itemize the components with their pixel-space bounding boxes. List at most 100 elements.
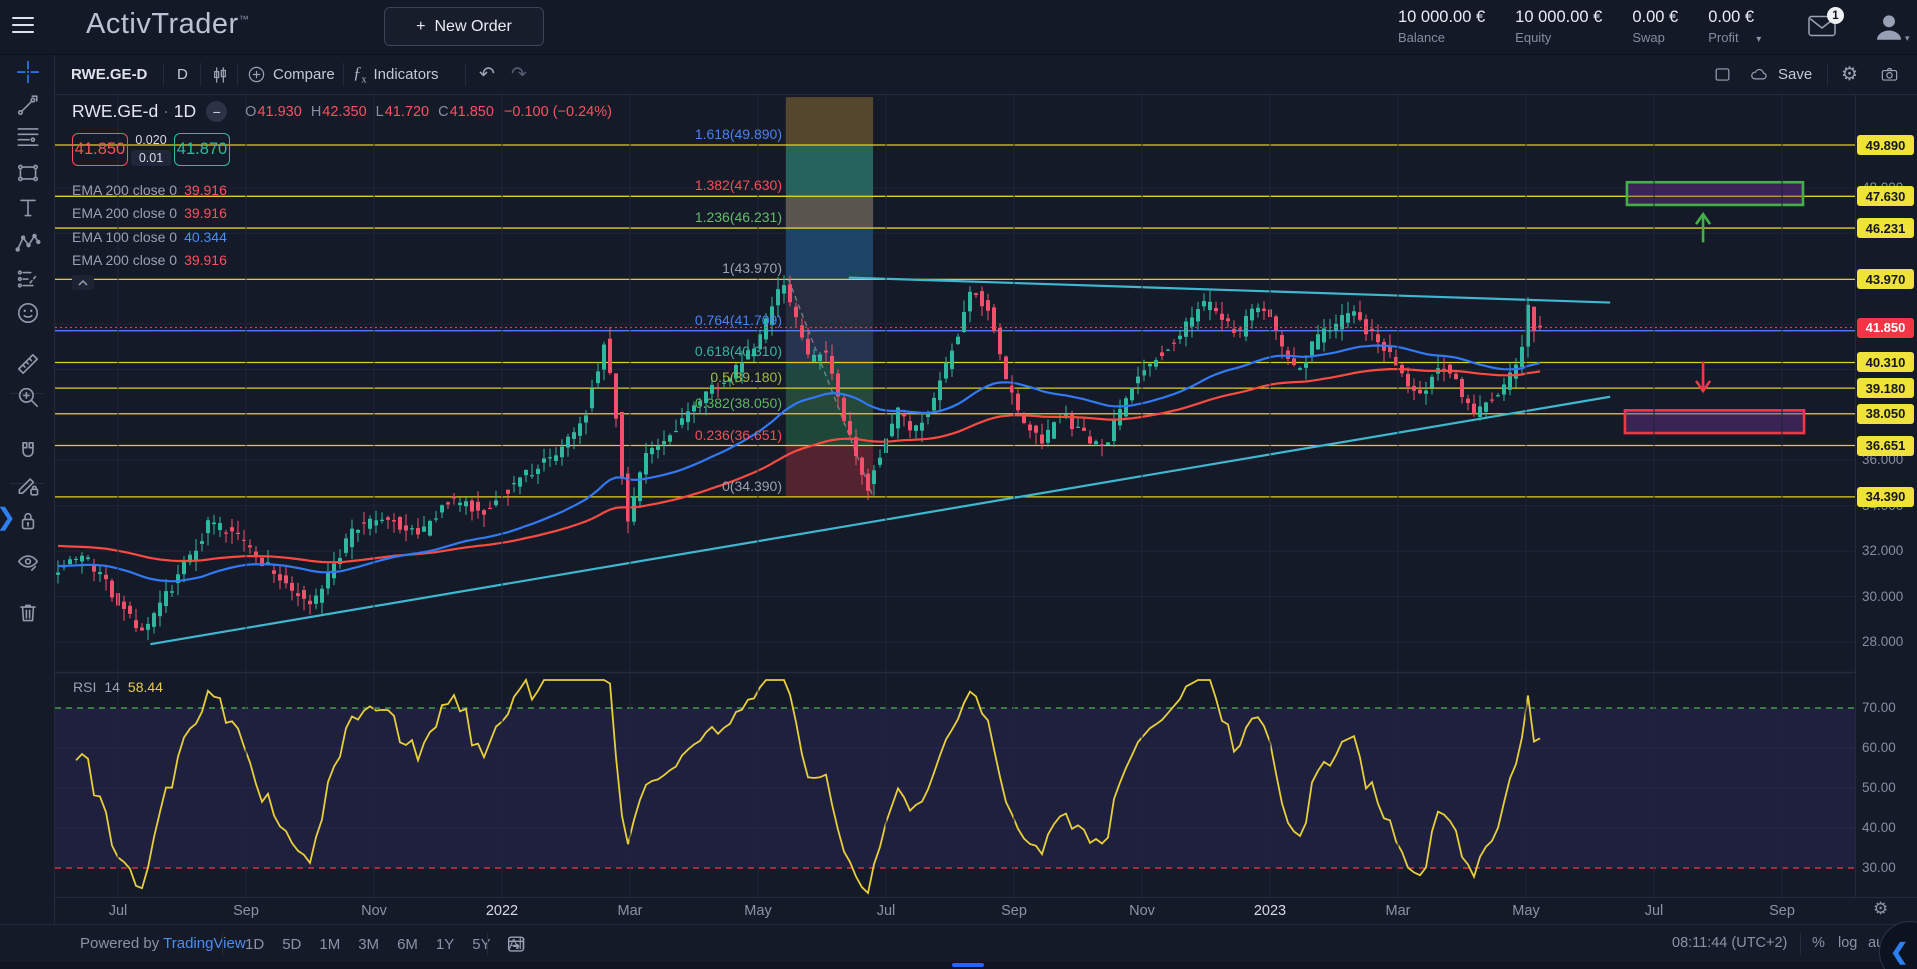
stat-label: Profit ▾	[1708, 30, 1761, 45]
shapes-tool-icon[interactable]	[14, 159, 42, 187]
crosshair-tool-icon[interactable]	[14, 58, 42, 86]
lock-tool-icon[interactable]	[14, 507, 42, 535]
compare-plus-icon	[247, 65, 266, 84]
price-grid-label: 32.000	[1862, 543, 1903, 558]
xabcd-pattern-tool-icon[interactable]	[14, 229, 42, 257]
ohlc-O: O41.930	[245, 104, 302, 120]
study-row[interactable]: EMA 200 close 039.916	[72, 202, 612, 226]
time-label-Nov: Nov	[344, 903, 404, 919]
range-5y[interactable]: 5Y	[463, 936, 499, 953]
layout-button[interactable]	[1713, 55, 1732, 94]
chevron-down-icon[interactable]: ▾	[1756, 34, 1761, 45]
range-3m[interactable]: 3M	[349, 936, 388, 953]
plus-icon: +	[416, 18, 425, 36]
zoom-in-tool-icon[interactable]	[14, 383, 42, 411]
time-label-May: May	[1496, 903, 1556, 919]
rsi-name[interactable]: RSI	[73, 679, 96, 695]
study-row[interactable]: EMA 100 close 040.344	[72, 225, 612, 249]
level-price-tag: 40.310	[1857, 352, 1914, 372]
study-value: 39.916	[184, 252, 227, 268]
time-label-Sep: Sep	[984, 903, 1044, 919]
fib-label-0.236: 0.236(36.651)	[562, 427, 782, 443]
percent-scale-button[interactable]: %	[1812, 935, 1825, 951]
fib-label-0.764: 0.764(41.709)	[562, 312, 782, 328]
screenshot-camera-icon[interactable]	[1879, 55, 1900, 94]
range-1y[interactable]: 1Y	[427, 936, 463, 953]
stat-label: Equity	[1515, 30, 1602, 45]
symbol-button[interactable]: RWE.GE-D	[71, 55, 147, 94]
price-grid-label: 28.000	[1862, 634, 1903, 649]
legend-collapse-button[interactable]: −	[206, 101, 227, 122]
price-grid-label: 30.000	[1862, 589, 1903, 604]
user-avatar[interactable]	[1872, 10, 1906, 44]
fib-retracement-tool-icon[interactable]	[14, 123, 42, 151]
save-button[interactable]: Save	[1747, 55, 1812, 94]
settings-gear-icon[interactable]: ⚙	[1841, 55, 1858, 94]
powered-by: Powered by TradingView	[80, 935, 246, 952]
tradingview-link[interactable]: TradingView	[163, 935, 246, 952]
fib-label-0: 0(34.390)	[562, 478, 782, 494]
studies-legend: EMA 200 close 039.916EMA 200 close 039.9…	[72, 178, 612, 272]
level-price-tag: 46.231	[1857, 218, 1914, 238]
forecast-tool-icon[interactable]	[14, 265, 42, 293]
sidebar-expand-chevron-icon[interactable]: ❯	[0, 503, 16, 532]
study-row[interactable]: EMA 200 close 039.916	[72, 178, 612, 202]
text-tool-icon[interactable]	[14, 194, 42, 222]
menu-icon[interactable]	[12, 17, 34, 35]
study-row[interactable]: EMA 200 close 0 39.916	[72, 249, 612, 273]
lot-size-field[interactable]: 0.01	[131, 150, 171, 166]
trash-tool-icon[interactable]	[14, 599, 42, 627]
account-stat-profit[interactable]: 0.00 € Profit ▾	[1708, 8, 1761, 45]
rsi-axis-label: 40.00	[1862, 820, 1896, 835]
trademark: ™	[239, 14, 250, 25]
draw-lock-tool-icon[interactable]	[14, 471, 42, 499]
study-name: EMA 200 close 0	[72, 205, 177, 221]
sell-button[interactable]: 41.850	[72, 133, 128, 166]
go-to-date-icon[interactable]	[505, 933, 527, 960]
log-scale-button[interactable]: log	[1838, 935, 1857, 951]
ruler-tool-icon[interactable]	[14, 350, 42, 378]
legend-symbol-title[interactable]: RWE.GE-d · 1D	[72, 101, 196, 122]
indicators-button[interactable]: ƒx Indicators	[353, 55, 439, 94]
account-stat-swap: 0.00 €Swap	[1632, 8, 1678, 45]
emoji-tool-icon[interactable]	[14, 299, 42, 327]
eye-tool-icon[interactable]	[14, 548, 42, 576]
new-order-button[interactable]: + New Order	[384, 7, 544, 46]
avatar-caret-icon[interactable]: ▾	[1905, 33, 1910, 44]
level-price-tag: 36.651	[1857, 436, 1914, 456]
redo-button[interactable]: ↷	[511, 55, 527, 94]
drawing-tools-sidebar	[0, 55, 55, 924]
axis-settings-gear-icon[interactable]: ⚙	[1873, 899, 1888, 919]
level-price-tag: 34.390	[1857, 487, 1914, 507]
range-6m[interactable]: 6M	[388, 936, 427, 953]
rsi-axis-label: 30.00	[1862, 860, 1896, 875]
session-clock[interactable]: 08:11:44 (UTC+2)	[1672, 935, 1787, 951]
interval-button[interactable]: D	[177, 55, 188, 94]
stat-value: 10 000.00 €	[1398, 8, 1485, 27]
rsi-period: 14	[104, 679, 120, 695]
study-name: EMA 200 close 0	[72, 252, 177, 268]
range-1d[interactable]: 1D	[236, 936, 273, 953]
undo-button[interactable]: ↶	[479, 55, 495, 94]
stat-value: 0.00 €	[1708, 8, 1761, 27]
magnet-tool-icon[interactable]	[14, 438, 42, 466]
range-5d[interactable]: 5D	[273, 936, 310, 953]
chart-style-button[interactable]	[210, 55, 230, 94]
time-label-Jul: Jul	[88, 903, 148, 919]
legend-collapse-chevron[interactable]	[72, 275, 94, 290]
bottom-scroll-indicator[interactable]	[952, 963, 984, 967]
level-price-tag: 39.180	[1857, 378, 1914, 398]
buy-button[interactable]: 41.870	[174, 133, 230, 166]
account-stat-balance: 10 000.00 €Balance	[1398, 8, 1485, 45]
trend-line-tool-icon[interactable]	[14, 91, 42, 119]
time-label-Nov: Nov	[1112, 903, 1172, 919]
compare-button[interactable]: Compare	[247, 55, 335, 94]
range-1m[interactable]: 1M	[310, 936, 349, 953]
messages-badge: 1	[1827, 7, 1844, 24]
ohlc-values: O41.930H42.350L41.720C41.850−0.100 (−0.2…	[245, 104, 612, 120]
layout-square-icon	[1713, 65, 1732, 84]
stat-value: 10 000.00 €	[1515, 8, 1602, 27]
time-axis[interactable]: ❮ JulSepNov2022MarMayJulSepNov2023MarMay…	[55, 897, 1917, 924]
rsi-axis-label: 50.00	[1862, 780, 1896, 795]
last-price-tag: 41.850	[1857, 318, 1914, 338]
